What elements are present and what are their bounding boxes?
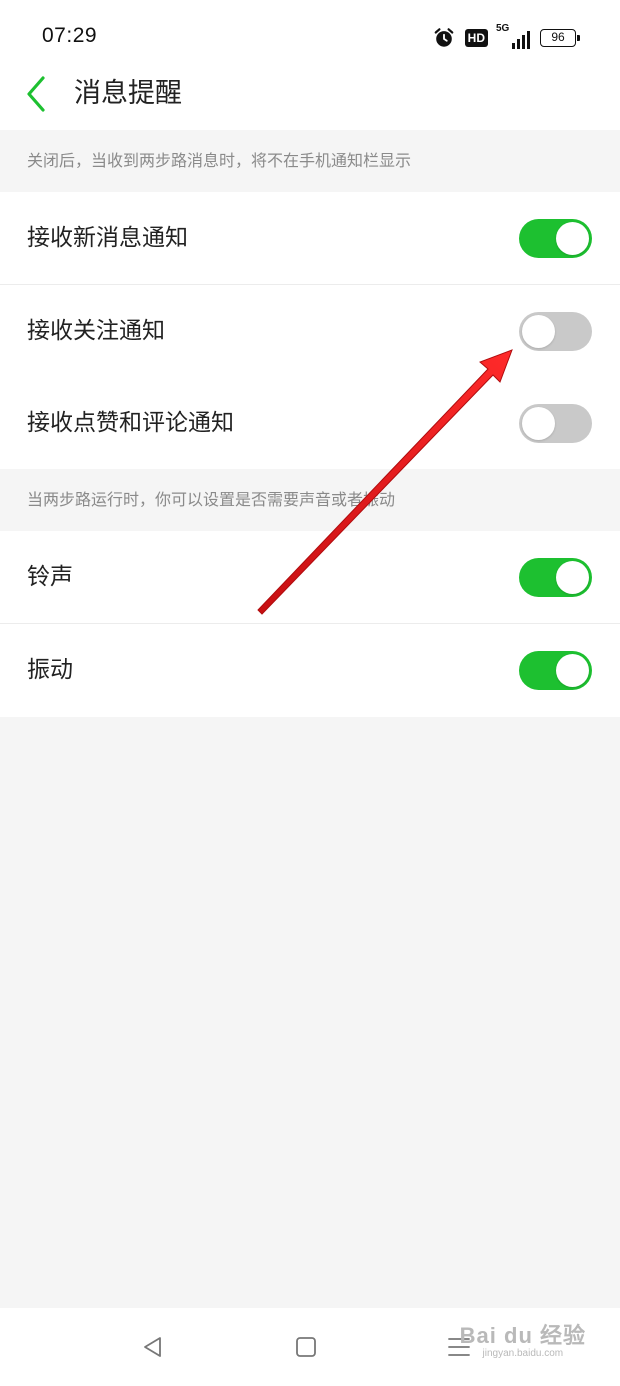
back-triangle-icon[interactable]	[140, 1334, 166, 1360]
status-time: 07:29	[42, 24, 98, 47]
section-hint-notifications: 关闭后，当收到两步路消息时，将不在手机通知栏显示	[0, 130, 620, 192]
baidu-watermark: Bai du 经验 jingyan.baidu.com	[460, 1318, 586, 1359]
page-title: 消息提醒	[74, 78, 182, 109]
row-label: 接收新消息通知	[27, 225, 188, 251]
row-new-message-notification[interactable]: 接收新消息通知	[0, 192, 620, 285]
home-square-icon[interactable]	[293, 1334, 319, 1360]
chevron-left-icon[interactable]	[24, 76, 48, 112]
like-comment-toggle[interactable]	[519, 404, 592, 443]
watermark-main: Bai du 经验	[459, 1323, 586, 1348]
row-label: 接收关注通知	[27, 318, 165, 344]
status-bar: 07:29 HD 5G 96	[0, 0, 620, 76]
row-label: 接收点赞和评论通知	[27, 410, 234, 436]
row-ringtone[interactable]: 铃声	[0, 531, 620, 624]
row-label: 振动	[27, 657, 73, 683]
network-label: 5G	[496, 23, 510, 34]
new-message-toggle[interactable]	[519, 219, 592, 258]
row-vibration[interactable]: 振动	[0, 624, 620, 717]
row-follow-notification[interactable]: 接收关注通知	[0, 285, 620, 378]
battery-icon: 96	[540, 29, 580, 47]
row-label: 铃声	[27, 564, 73, 590]
hd-icon: HD	[464, 29, 488, 47]
page-header: 消息提醒	[0, 76, 620, 130]
status-icons: HD 5G 96	[433, 23, 580, 52]
section-hint-sound: 当两步路运行时，你可以设置是否需要声音或者振动	[0, 469, 620, 531]
follow-notification-toggle[interactable]	[519, 312, 592, 351]
5g-signal-icon: 5G	[496, 23, 530, 49]
alarm-icon	[434, 28, 454, 47]
vibration-toggle[interactable]	[519, 651, 592, 690]
ringtone-toggle[interactable]	[519, 558, 592, 597]
row-like-comment-notification[interactable]: 接收点赞和评论通知	[0, 377, 620, 470]
